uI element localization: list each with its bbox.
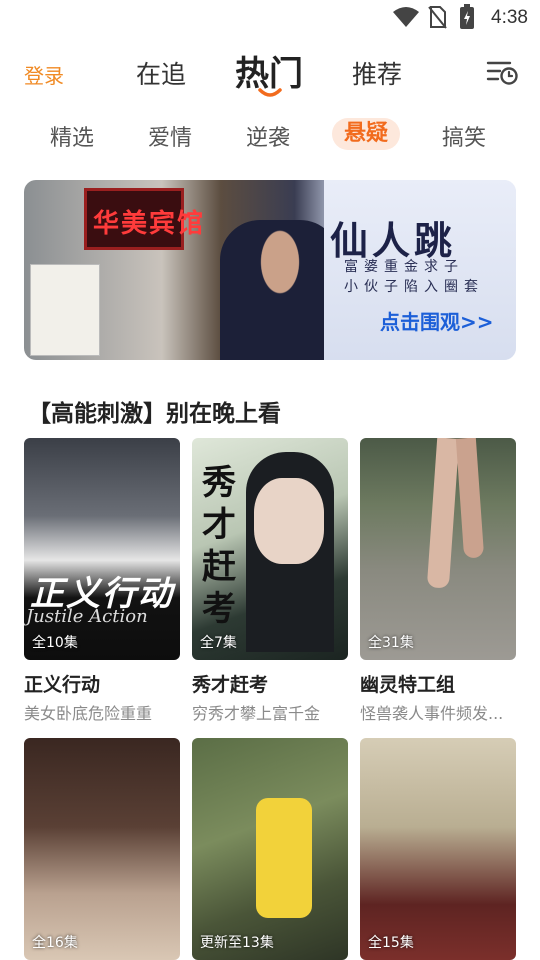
drama-poster[interactable]: 全16集 [24,738,180,960]
poster-figure-face [254,478,324,564]
status-time: 4:38 [491,7,528,28]
category-bar: 精选 爱情 逆袭 悬疑 搞笑 [0,116,540,156]
no-sim-icon [428,6,447,29]
poster-title-text: 秀才赶考 [202,463,236,629]
banner-line-1: 富婆重金求子 [344,259,464,275]
drama-poster[interactable]: 秀才赶考 全7集 [192,438,348,660]
active-tab-indicator [258,88,282,97]
episode-count: 全7集 [200,635,237,651]
drama-poster[interactable]: 全31集 [360,438,516,660]
login-button[interactable]: 登录 [24,60,64,89]
status-bar: 4:38 [0,0,540,36]
tab-recommend[interactable]: 推荐 [352,55,402,91]
episode-count: 全31集 [368,635,414,651]
category-featured[interactable]: 精选 [50,120,94,152]
battery-icon [460,4,474,29]
poster-figure-leg [455,438,485,559]
wifi-icon [393,7,419,27]
banner-notice-paper [30,264,100,356]
drama-subtitle: 穷秀才攀上富千金 [192,704,321,723]
episode-count: 全10集 [32,635,78,651]
poster-english-text: Justile Action [26,606,148,627]
drama-card[interactable]: 全31集 幽灵特工组 怪兽袭人事件频发... [360,438,516,723]
drama-poster[interactable]: 全15集 [360,738,516,960]
drama-card[interactable]: 秀才赶考 全7集 秀才赶考 穷秀才攀上富千金 [192,438,348,723]
section-title: 【高能刺激】别在晚上看 [28,401,281,427]
drama-card[interactable]: 正义行动 Justile Action 全10集 正义行动 美女卧底危险重重 [24,438,180,723]
drama-title[interactable]: 正义行动 [24,670,100,697]
banner-line-2: 小伙子陷入圈套 [344,279,484,295]
category-romance[interactable]: 爱情 [148,120,192,152]
episode-count: 更新至13集 [200,935,274,951]
category-comedy[interactable]: 搞笑 [442,120,486,152]
drama-card[interactable]: 更新至13集 [192,738,348,960]
episode-count: 全15集 [368,935,414,951]
drama-subtitle: 怪兽袭人事件频发... [360,704,504,723]
top-nav: 登录 在追 热门 推荐 [0,40,540,100]
promo-banner[interactable]: 华美宾馆 仙人跳 富婆重金求子 小伙子陷入圈套 点击围观>> [24,180,516,360]
category-suspense[interactable]: 悬疑 [332,118,401,150]
banner-hotel-sign: 华美宾馆 [84,188,203,250]
banner-cta[interactable]: 点击围观>> [380,306,494,335]
category-comeback[interactable]: 逆袭 [246,120,290,152]
drama-poster[interactable]: 更新至13集 [192,738,348,960]
watch-history-icon[interactable] [486,58,518,86]
drama-subtitle: 美女卧底危险重重 [24,704,153,723]
drama-title[interactable]: 秀才赶考 [192,670,268,697]
poster-figure-robe [256,798,312,918]
tab-following[interactable]: 在追 [136,55,186,91]
drama-poster[interactable]: 正义行动 Justile Action 全10集 [24,438,180,660]
drama-title[interactable]: 幽灵特工组 [360,670,455,697]
poster-figure-leg [426,438,460,589]
episode-count: 全16集 [32,935,78,951]
drama-card[interactable]: 全16集 [24,738,180,960]
banner-figure [220,220,340,360]
banner-sign-text: 华美宾馆 [93,209,206,239]
drama-card[interactable]: 全15集 [360,738,516,960]
